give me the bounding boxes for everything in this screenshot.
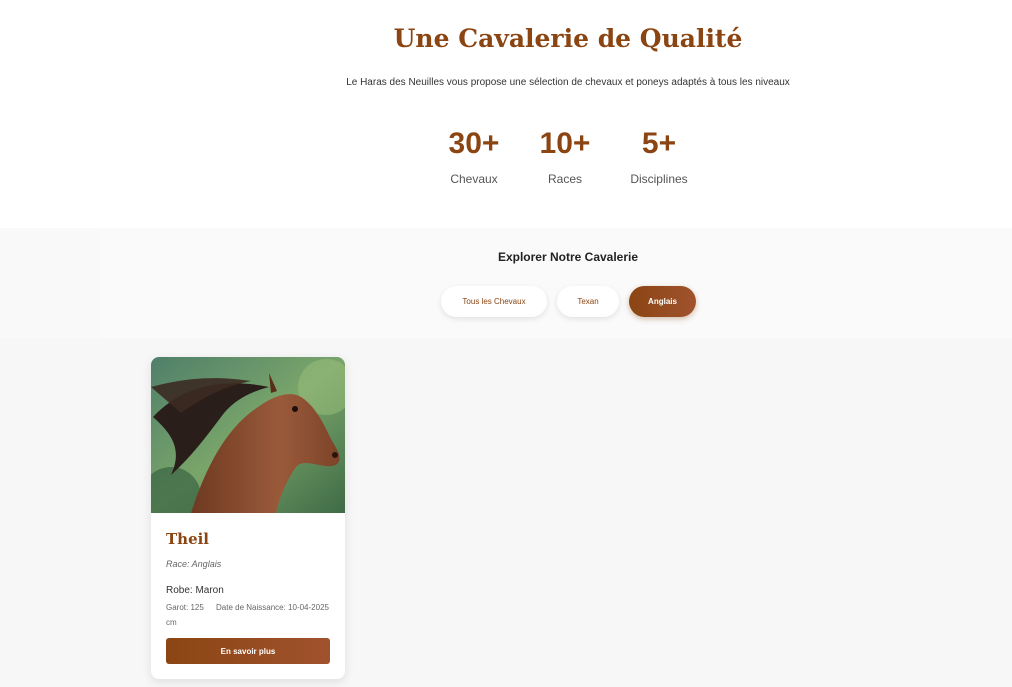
filter-anglais[interactable]: Anglais <box>629 286 696 317</box>
horse-photo <box>151 357 345 513</box>
stat-value: 5+ <box>641 127 677 160</box>
filter-title: Explorer Notre Cavalerie <box>497 250 639 264</box>
filter-section <box>0 228 1012 338</box>
learn-more-button[interactable]: En savoir plus <box>166 638 330 664</box>
horse-robe: Robe: Maron <box>166 585 224 596</box>
filter-texan[interactable]: Texan <box>557 286 619 317</box>
page-title: Une Cavalerie de Qualité <box>393 24 743 53</box>
stat-label: Disciplines <box>630 172 688 186</box>
horse-garot: Garot: 125 cm <box>166 603 204 627</box>
filter-panel <box>100 228 1012 338</box>
horse-card: Theil Race: Anglais Robe: Maron Garot: 1… <box>151 357 345 679</box>
horse-naissance: Date de Naissance: 10-04-2025 <box>216 603 329 612</box>
stat-disciplines: 5+ Disciplines <box>604 126 714 186</box>
page-subtitle: Le Haras des Neuilles vous propose une s… <box>346 77 790 88</box>
horse-name: Theil <box>166 530 210 548</box>
horse-race: Race: Anglais <box>166 559 222 569</box>
filter-tous-les-chevaux[interactable]: Tous les Chevaux <box>441 286 547 317</box>
